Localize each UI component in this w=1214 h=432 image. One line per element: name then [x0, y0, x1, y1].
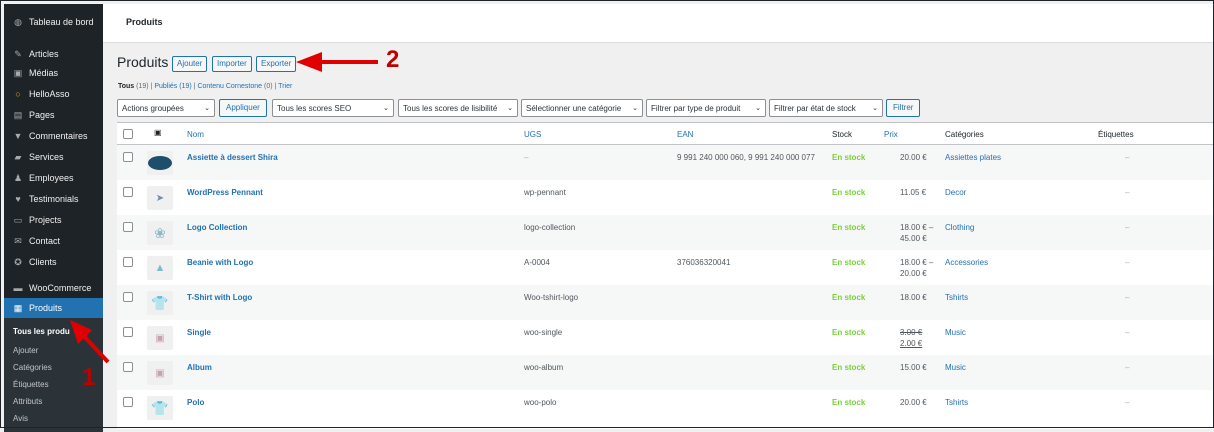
annotation-arrow-1 — [70, 320, 110, 364]
annotation-overlay — [70, 52, 378, 364]
annotation-number-2: 2 — [386, 46, 400, 73]
annotation-number-1: 1 — [82, 364, 96, 391]
annotation-arrow-2 — [296, 52, 378, 72]
